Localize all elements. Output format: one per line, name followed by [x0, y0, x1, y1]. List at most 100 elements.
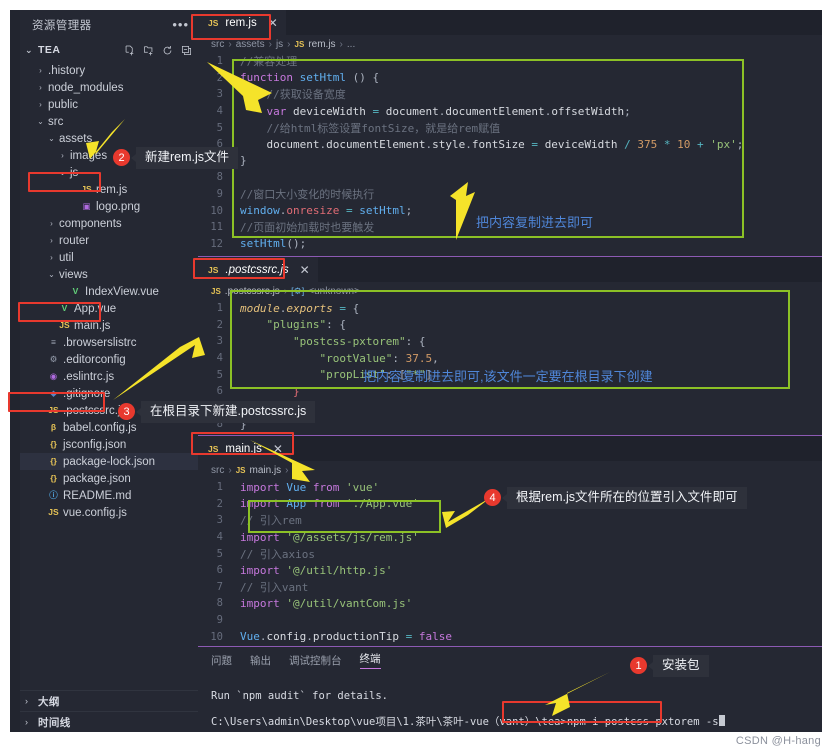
- tree-item-label: package-lock.json: [63, 455, 156, 468]
- tree-item-components[interactable]: › components: [20, 215, 198, 232]
- code-line: 3 //获取设备宽度: [198, 86, 822, 103]
- tree-item-label: components: [59, 217, 122, 230]
- tabbar-main: JS main.js ✕: [198, 436, 822, 461]
- editor-pane-main: JS main.js ✕ src › JS main.js › ... 1 imp…: [198, 436, 822, 678]
- tab-main-js[interactable]: JS main.js ✕: [198, 436, 291, 461]
- line-number: 1: [216, 481, 223, 494]
- crumb[interactable]: rem.js: [308, 39, 335, 50]
- line-number: 3: [216, 335, 223, 348]
- code-text: // 引入axios: [240, 547, 315, 561]
- tree-item-eslintrc-js[interactable]: ◉ .eslintrc.js: [20, 368, 198, 385]
- tree-item-node-modules[interactable]: › node_modules: [20, 79, 198, 96]
- workspace-section-header[interactable]: ⌄ TEA: [20, 39, 198, 61]
- code-line: 4 "rootValue": 37.5,: [198, 350, 822, 367]
- tree-item-indexview-vue[interactable]: V IndexView.vue: [20, 283, 198, 300]
- tree-item-jsconfig-json[interactable]: {} jsconfig.json: [20, 436, 198, 453]
- tree-item-main-js[interactable]: JS main.js: [20, 317, 198, 334]
- tree-item-label: images: [70, 149, 108, 162]
- crumb[interactable]: .postcssrc.js: [225, 286, 280, 297]
- terminal-cursor: [718, 715, 725, 726]
- tree-item-assets[interactable]: ⌄ assets: [20, 130, 198, 147]
- annotation-text: 在根目录下新建.postcssrc.js: [135, 401, 316, 423]
- tree-item-label: package.json: [63, 472, 131, 485]
- line-number: 6: [216, 564, 223, 577]
- new-file-icon[interactable]: [124, 45, 135, 56]
- panel-tab-输出[interactable]: 输出: [250, 653, 271, 668]
- panel-tab-问题[interactable]: 问题: [211, 653, 232, 668]
- workspace-name: TEA: [38, 44, 61, 56]
- sidebar-section-outline[interactable]: › 大纲: [20, 690, 198, 711]
- tree-item-label: babel.config.js: [63, 421, 137, 434]
- crumb[interactable]: src: [211, 39, 224, 50]
- tree-item-history[interactable]: › .history: [20, 62, 198, 79]
- file-type-icon: ◉: [49, 371, 58, 382]
- code-line: 5 // 引入axios: [198, 545, 822, 562]
- refresh-icon[interactable]: [162, 45, 173, 56]
- panel-tab-终端[interactable]: 终端: [359, 651, 381, 669]
- file-type-icon: JS: [59, 320, 70, 331]
- tree-item-util[interactable]: › util: [20, 249, 198, 266]
- explorer-title: 资源管理器: [32, 19, 92, 32]
- tree-item-src[interactable]: ⌄ src: [20, 113, 198, 130]
- annotation-blue-text-1: 把内容复制进去即可: [476, 215, 594, 230]
- tab-postcssrc-js[interactable]: JS .postcssrc.js ✕: [198, 257, 318, 282]
- more-actions-icon[interactable]: •••: [172, 17, 189, 32]
- line-number: 8: [216, 171, 223, 184]
- crumb[interactable]: js: [276, 39, 283, 50]
- line-number: 9: [216, 614, 223, 627]
- tree-item-gitignore[interactable]: ◆ .gitignore: [20, 385, 198, 402]
- tree-item-router[interactable]: › router: [20, 232, 198, 249]
- crumb[interactable]: <unknown>: [308, 286, 360, 297]
- tree-item-label: .eslintrc.js: [63, 370, 115, 383]
- tree-item-logo-png[interactable]: ▣ logo.png: [20, 198, 198, 215]
- chevron-right-icon: ›: [50, 252, 53, 262]
- crumb[interactable]: assets: [236, 39, 265, 50]
- annotation-number: 1: [630, 657, 647, 675]
- close-icon[interactable]: ✕: [300, 263, 310, 277]
- crumb[interactable]: ...: [347, 39, 355, 50]
- explorer-sidebar: 资源管理器 ••• ⌄ TEA › .history › node_module…: [20, 10, 198, 732]
- tree-item-views[interactable]: ⌄ views: [20, 266, 198, 283]
- code-text: import App from './App.vue': [240, 497, 419, 511]
- activity-bar[interactable]: [10, 10, 20, 732]
- file-type-icon: ⚙: [49, 354, 58, 365]
- sidebar-section-timeline[interactable]: › 时间线: [20, 711, 198, 732]
- tab-rem-js[interactable]: JS rem.js ✕: [198, 10, 286, 35]
- close-icon[interactable]: ✕: [268, 16, 278, 30]
- tabbar-rem: JS rem.js ✕: [198, 10, 822, 35]
- code-text: "plugins": {: [266, 318, 346, 332]
- tree-item-public[interactable]: › public: [20, 96, 198, 113]
- crumb[interactable]: main.js: [249, 465, 281, 476]
- breadcrumb-rem[interactable]: src › assets › js › JS rem.js › ...: [198, 35, 822, 53]
- tree-item-label: views: [59, 268, 88, 281]
- chevron-right-icon: ›: [39, 99, 42, 109]
- crumb[interactable]: src: [211, 465, 224, 476]
- tree-item-package-json[interactable]: {} package.json: [20, 470, 198, 487]
- code-text: function setHtml () {: [240, 71, 380, 85]
- tree-item-browserslistrc[interactable]: ≡ .browserslistrc: [20, 334, 198, 351]
- terminal-command[interactable]: npm i postcss-pxtorem -s: [567, 716, 719, 728]
- panel-tab-调试控制台[interactable]: 调试控制台: [289, 653, 342, 668]
- tree-item-app-vue[interactable]: V App.vue: [20, 300, 198, 317]
- breadcrumb-postcssrc[interactable]: JS .postcssrc.js › [⚙] <unknown>: [198, 282, 822, 300]
- tree-item-rem-js[interactable]: JS rem.js: [20, 181, 198, 198]
- tree-item-label: util: [59, 251, 74, 264]
- crumb[interactable]: ...: [293, 465, 301, 476]
- line-number: 4: [216, 105, 223, 118]
- code-line: 3 // 引入rem: [198, 512, 822, 529]
- collapse-all-icon[interactable]: [181, 45, 192, 56]
- code-text: }: [240, 384, 300, 398]
- tree-item-vue-config-js[interactable]: JS vue.config.js: [20, 504, 198, 521]
- line-number: 4: [216, 531, 223, 544]
- new-folder-icon[interactable]: [143, 45, 154, 56]
- tree-item-editorconfig[interactable]: ⚙ .editorconfig: [20, 351, 198, 368]
- code-text: "rootValue": 37.5,: [319, 351, 439, 365]
- annotation-number: 3: [118, 403, 135, 421]
- file-type-icon: V: [72, 286, 79, 297]
- close-icon[interactable]: ✕: [273, 442, 283, 456]
- tree-item-package-lock-json[interactable]: {} package-lock.json: [20, 453, 198, 470]
- breadcrumb-main[interactable]: src › JS main.js › ...: [198, 461, 822, 479]
- tree-item-readme-md[interactable]: ⓘ README.md: [20, 487, 198, 504]
- terminal-output[interactable]: Run `npm audit` for details. C:\Users\ad…: [198, 673, 822, 732]
- terminal-cwd: C:\Users\admin\Desktop\vue项目\1.茶叶\茶叶-vue…: [211, 716, 567, 728]
